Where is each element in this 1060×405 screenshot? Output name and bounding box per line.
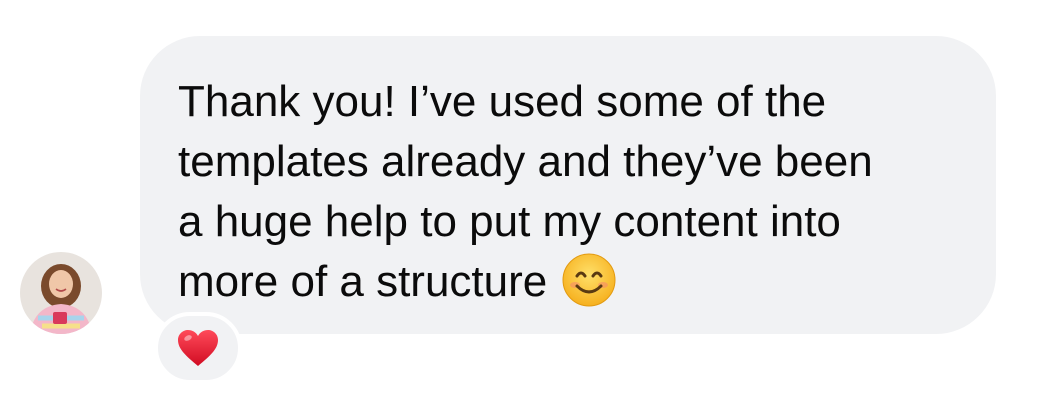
message-line: templates already and they’ve been bbox=[178, 137, 873, 186]
reaction-badge[interactable] bbox=[154, 312, 242, 384]
message-line-last: more of a structure bbox=[178, 252, 958, 312]
message-line-text: more of a structure bbox=[178, 257, 548, 306]
sender-avatar[interactable] bbox=[20, 252, 102, 334]
message-line: a huge help to put my content into bbox=[178, 197, 841, 246]
heart-icon bbox=[176, 328, 220, 368]
message-bubble[interactable]: Thank you! I’ve used some of the templat… bbox=[140, 36, 996, 334]
smiling-face-emoji-icon bbox=[561, 252, 617, 308]
message-line: Thank you! I’ve used some of the bbox=[178, 77, 827, 126]
avatar-photo bbox=[20, 252, 102, 334]
